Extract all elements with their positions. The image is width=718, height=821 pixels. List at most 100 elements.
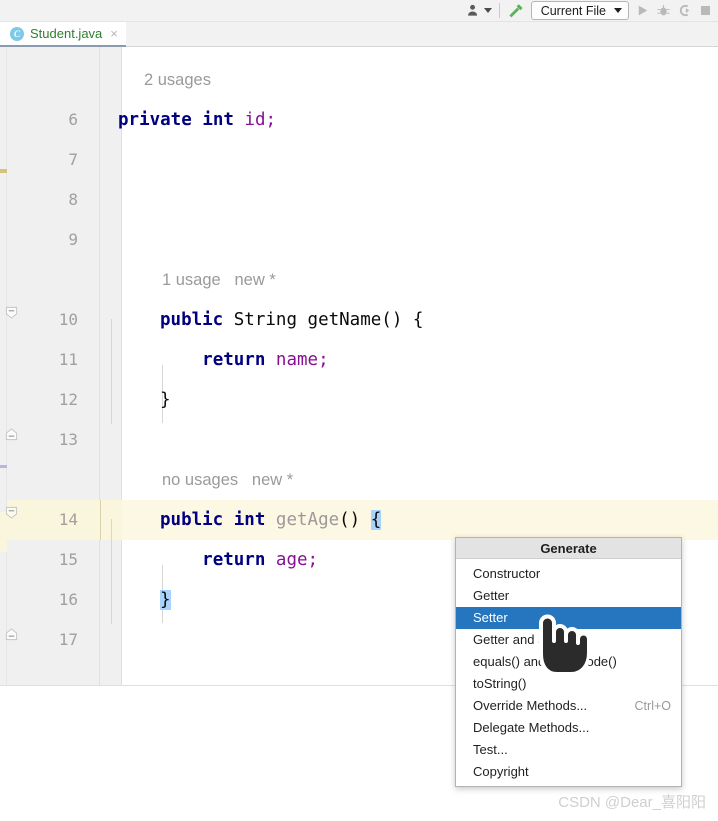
debug-bug-icon <box>657 4 670 16</box>
run-with-coverage-button[interactable] <box>674 1 695 21</box>
ide-window: Current File C Student.java × 6 7 8 9 10… <box>0 0 718 821</box>
code-line-12: } <box>160 380 171 420</box>
generate-item-label: Copyright <box>473 764 529 779</box>
main-toolbar: Current File <box>0 0 718 22</box>
generate-item-constructor[interactable]: Constructor <box>456 563 681 585</box>
close-icon[interactable]: × <box>110 27 118 40</box>
generate-item-label: Constructor <box>473 566 541 581</box>
profile-icon-button[interactable] <box>463 1 495 21</box>
semicolon: ; <box>265 110 277 130</box>
generate-item-shortcut: Ctrl+O <box>634 699 671 713</box>
parens: () <box>339 510 361 530</box>
usage-hint-getname[interactable]: 1 usage new * <box>162 260 276 300</box>
code-line-15: return age; <box>160 540 318 580</box>
line-number: 14 <box>58 510 78 529</box>
code-line-11: return name; <box>160 340 329 380</box>
editor-tab-label: Student.java <box>30 26 103 41</box>
line-number: 12 <box>58 390 78 409</box>
keyword-private: private <box>118 110 192 130</box>
brace-open: { <box>412 310 424 330</box>
keyword-return: return <box>202 550 266 570</box>
run-button[interactable] <box>632 1 653 21</box>
field-name: name <box>275 350 319 370</box>
run-configuration-selector[interactable]: Current File <box>530 1 629 20</box>
stop-button[interactable] <box>695 1 716 21</box>
current-line-edge <box>100 500 101 540</box>
brace-close-matched: } <box>160 590 171 610</box>
semicolon: ; <box>318 350 329 370</box>
watermark: CSDN @Dear_喜阳阳 <box>558 794 706 811</box>
field-id: id <box>244 110 266 130</box>
field-age: age <box>275 550 308 570</box>
type-string: String <box>233 310 297 330</box>
generate-item-label: Getter <box>473 588 510 603</box>
usage-hint-getage[interactable]: no usages new * <box>162 460 293 500</box>
run-with-coverage-icon <box>679 4 690 17</box>
line-number: 8 <box>68 190 78 209</box>
fold-region-line <box>111 319 112 424</box>
code-line-6: private int id; <box>118 100 276 140</box>
method-getname: getName <box>307 310 382 330</box>
line-number: 9 <box>68 230 78 249</box>
annotation-marker <box>0 465 7 468</box>
generate-item-label: Delegate Methods... <box>473 720 590 735</box>
chevron-down-icon <box>614 8 622 13</box>
keyword-int: int <box>233 510 266 530</box>
generate-item-label: Test... <box>473 742 508 757</box>
brace-close: } <box>160 390 171 410</box>
code-line-16: } <box>160 580 171 620</box>
keyword-int: int <box>202 110 234 130</box>
keyword-return: return <box>202 350 266 370</box>
generate-item-copyright[interactable]: Copyright <box>456 761 681 783</box>
usage-hint-id[interactable]: 2 usages <box>144 60 211 100</box>
generate-item-delegate-methods[interactable]: Delegate Methods... <box>456 717 681 739</box>
debug-button[interactable] <box>653 1 674 21</box>
stop-square-icon <box>701 6 710 15</box>
line-number: 17 <box>58 630 78 649</box>
method-getage: getAge <box>275 510 340 530</box>
toolbar-divider <box>498 3 500 18</box>
brace-open-matched: { <box>370 510 382 530</box>
line-number: 10 <box>58 310 78 329</box>
mouse-pointer-hand-icon <box>539 614 589 676</box>
generate-item-label: toString() <box>473 676 527 691</box>
generate-item-label: Setter <box>473 610 508 625</box>
semicolon: ; <box>307 550 319 570</box>
code-line-10: public String getName() { <box>160 300 423 340</box>
generate-popup-title: Generate <box>456 538 681 559</box>
build-button[interactable] <box>504 1 528 21</box>
generate-item-test[interactable]: Test... <box>456 739 681 761</box>
generate-item-label: Override Methods... <box>473 698 588 713</box>
fold-region-line <box>111 519 112 624</box>
keyword-public: public <box>160 510 224 530</box>
generate-item-override-methods[interactable]: Override Methods... Ctrl+O <box>456 695 681 717</box>
person-icon <box>467 4 477 16</box>
editor-tab-bar: C Student.java × <box>0 22 718 47</box>
line-number: 6 <box>68 110 78 129</box>
run-play-icon <box>638 5 648 16</box>
java-class-file-icon: C <box>10 26 24 41</box>
hammer-build-icon <box>509 3 523 17</box>
keyword-public: public <box>160 310 224 330</box>
code-line-14: public int getAge() { <box>160 500 382 540</box>
line-number: 11 <box>58 350 78 369</box>
chevron-down-icon <box>483 8 492 13</box>
line-number: 16 <box>58 590 78 609</box>
line-number: 15 <box>58 550 78 569</box>
line-number: 7 <box>68 150 78 169</box>
parens: () <box>381 310 403 330</box>
editor-tab-student-java[interactable]: C Student.java × <box>0 22 126 47</box>
run-configuration-label: Current File <box>540 3 606 18</box>
